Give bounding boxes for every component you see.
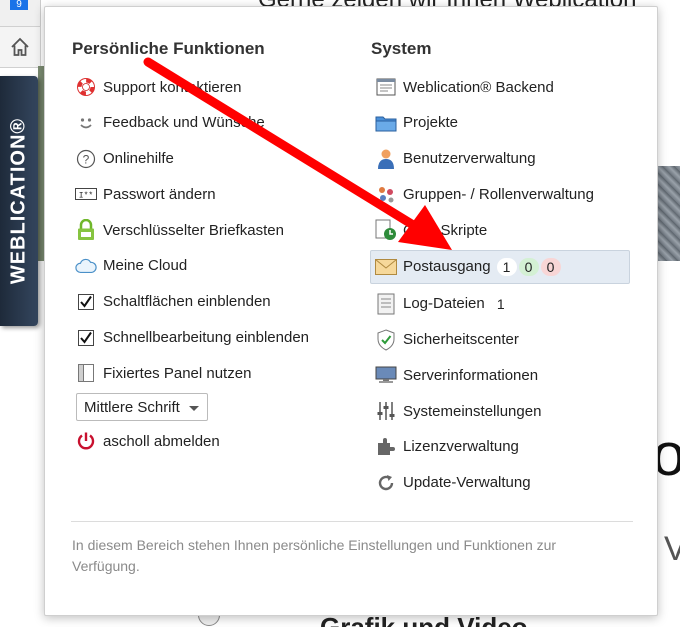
log-count: 1	[490, 294, 511, 313]
background-photo-right	[656, 166, 680, 261]
system-title: System	[371, 39, 432, 58]
sliders-icon	[375, 400, 397, 422]
weblication-tab[interactable]: WEBLICATION®	[0, 76, 38, 326]
power-icon	[75, 430, 97, 452]
menu-item-label: Meine Cloud	[103, 257, 188, 275]
menu-item-label: Projekte	[403, 114, 459, 132]
menu-item-projekte[interactable]: Projekte	[371, 107, 641, 139]
lock-icon	[75, 219, 97, 241]
menu-item-cron-skripte[interactable]: Cron-Skripte	[371, 214, 641, 246]
postausgang-count-error: 0	[540, 257, 561, 276]
menu-item-label: Systemeinstellungen	[403, 402, 542, 420]
menu-item-label: Schaltflächen einblenden	[103, 293, 271, 311]
menu-item-gruppen[interactable]: Gruppen- / Rollenverwaltung	[371, 178, 641, 210]
checkbox-icon	[75, 327, 97, 349]
group-icon	[375, 183, 397, 205]
font-size-select-value: Mittlere Schrift	[84, 398, 180, 416]
menu-item-label: Sicherheitscenter	[403, 331, 519, 349]
folder-icon	[375, 112, 397, 134]
log-icon	[375, 293, 397, 315]
menu-item-support[interactable]: Support kontaktieren	[71, 71, 361, 103]
menu-item-label: Postausgang	[403, 258, 491, 276]
menu-item-label: Update-Verwaltung	[403, 474, 531, 492]
background-letter-small: V	[664, 530, 680, 568]
personal-functions-column: Persönliche Funktionen Support kontaktie…	[71, 37, 361, 461]
menu-item-fixiertes-panel[interactable]: Fixiertes Panel nutzen	[71, 357, 361, 389]
menu-item-label: Verschlüsselter Briefkasten	[103, 221, 284, 239]
menu-item-label: Weblication® Backend	[403, 78, 554, 96]
menu-item-label: Schnellbearbeitung einblenden	[103, 329, 310, 347]
svg-text:?: ?	[83, 152, 90, 166]
font-size-select[interactable]: Mittlere Schrift	[76, 393, 208, 422]
menu-item-log-dateien[interactable]: Log-Dateien 1	[371, 288, 641, 320]
menu-item-label: Onlinehilfe	[103, 150, 174, 168]
logout-label: ascholl abmelden	[103, 432, 220, 450]
postausgang-count-success: 0	[518, 257, 539, 276]
menu-item-label: Gruppen- / Rollenverwaltung	[403, 185, 594, 203]
menu-item-label: Fixiertes Panel nutzen	[103, 364, 252, 382]
personal-functions-title: Persönliche Funktionen	[72, 39, 265, 58]
menu-item-label: Serverinformationen	[403, 366, 539, 384]
menu-item-cloud[interactable]: Meine Cloud	[71, 250, 361, 282]
menu-item-benutzerverwaltung[interactable]: Benutzerverwaltung	[371, 143, 641, 175]
password-icon: I**	[75, 183, 97, 205]
mail-icon	[375, 256, 397, 278]
menu-item-sicherheitscenter[interactable]: Sicherheitscenter	[371, 324, 641, 356]
menu-item-label: Lizenzverwaltung	[403, 438, 519, 456]
system-column: System Weblication® Backend Projekte Ben…	[370, 37, 641, 503]
menu-item-backend[interactable]: Weblication® Backend	[371, 71, 641, 103]
refresh-icon	[375, 472, 397, 494]
menu-item-postausgang[interactable]: Postausgang 1 0 0	[370, 249, 630, 284]
menu-item-schaltflaechen[interactable]: Schaltflächen einblenden	[71, 286, 361, 318]
menu-item-update-verwaltung[interactable]: Update-Verwaltung	[371, 467, 641, 499]
panel-icon	[75, 362, 97, 384]
clock-icon	[375, 219, 397, 241]
menu-item-label: Support kontaktieren	[103, 78, 242, 96]
personal-panel: Persönliche Funktionen Support kontaktie…	[44, 6, 658, 616]
menu-item-label: Log-Dateien	[403, 295, 485, 313]
cloud-icon	[75, 255, 97, 277]
panel-divider	[71, 521, 633, 522]
menu-item-systemeinstellungen[interactable]: Systemeinstellungen	[371, 395, 641, 427]
brand-label: WEBLICATION®	[7, 117, 30, 285]
menu-item-label: Benutzerverwaltung	[403, 150, 536, 168]
menu-item-onlinehilfe[interactable]: ? Onlinehilfe	[71, 143, 361, 175]
panel-footer-note: In diesem Bereich stehen Ihnen persönlic…	[72, 537, 557, 574]
menu-item-schnellbearbeitung[interactable]: Schnellbearbeitung einblenden	[71, 322, 361, 354]
menu-item-serverinformationen[interactable]: Serverinformationen	[371, 359, 641, 391]
home-icon	[11, 37, 29, 56]
postausgang-count-total: 1	[496, 257, 517, 276]
smiley-icon	[75, 112, 97, 134]
menu-item-label: Cron-Skripte	[403, 221, 488, 239]
menu-item-password[interactable]: I** Passwort ändern	[71, 178, 361, 210]
chevron-down-icon	[189, 406, 199, 412]
home-button[interactable]	[0, 26, 41, 68]
lifebuoy-icon	[75, 76, 97, 98]
svg-text:I**: I**	[79, 192, 93, 201]
menu-item-lizenzverwaltung[interactable]: Lizenzverwaltung	[371, 431, 641, 463]
menu-item-briefkasten[interactable]: Verschlüsselter Briefkasten	[71, 214, 361, 246]
puzzle-icon	[375, 436, 397, 458]
shield-icon	[375, 329, 397, 351]
monitor-icon	[375, 364, 397, 386]
user-icon	[375, 148, 397, 170]
logout-button[interactable]: ascholl abmelden	[71, 425, 361, 457]
checkbox-icon	[75, 291, 97, 313]
help-icon: ?	[75, 148, 97, 170]
menu-item-feedback[interactable]: Feedback und Wünsche	[71, 107, 361, 139]
notification-badge: 9	[10, 0, 28, 10]
backend-icon	[375, 76, 397, 98]
menu-item-label: Passwort ändern	[103, 185, 216, 203]
menu-item-label: Feedback und Wünsche	[103, 114, 265, 132]
